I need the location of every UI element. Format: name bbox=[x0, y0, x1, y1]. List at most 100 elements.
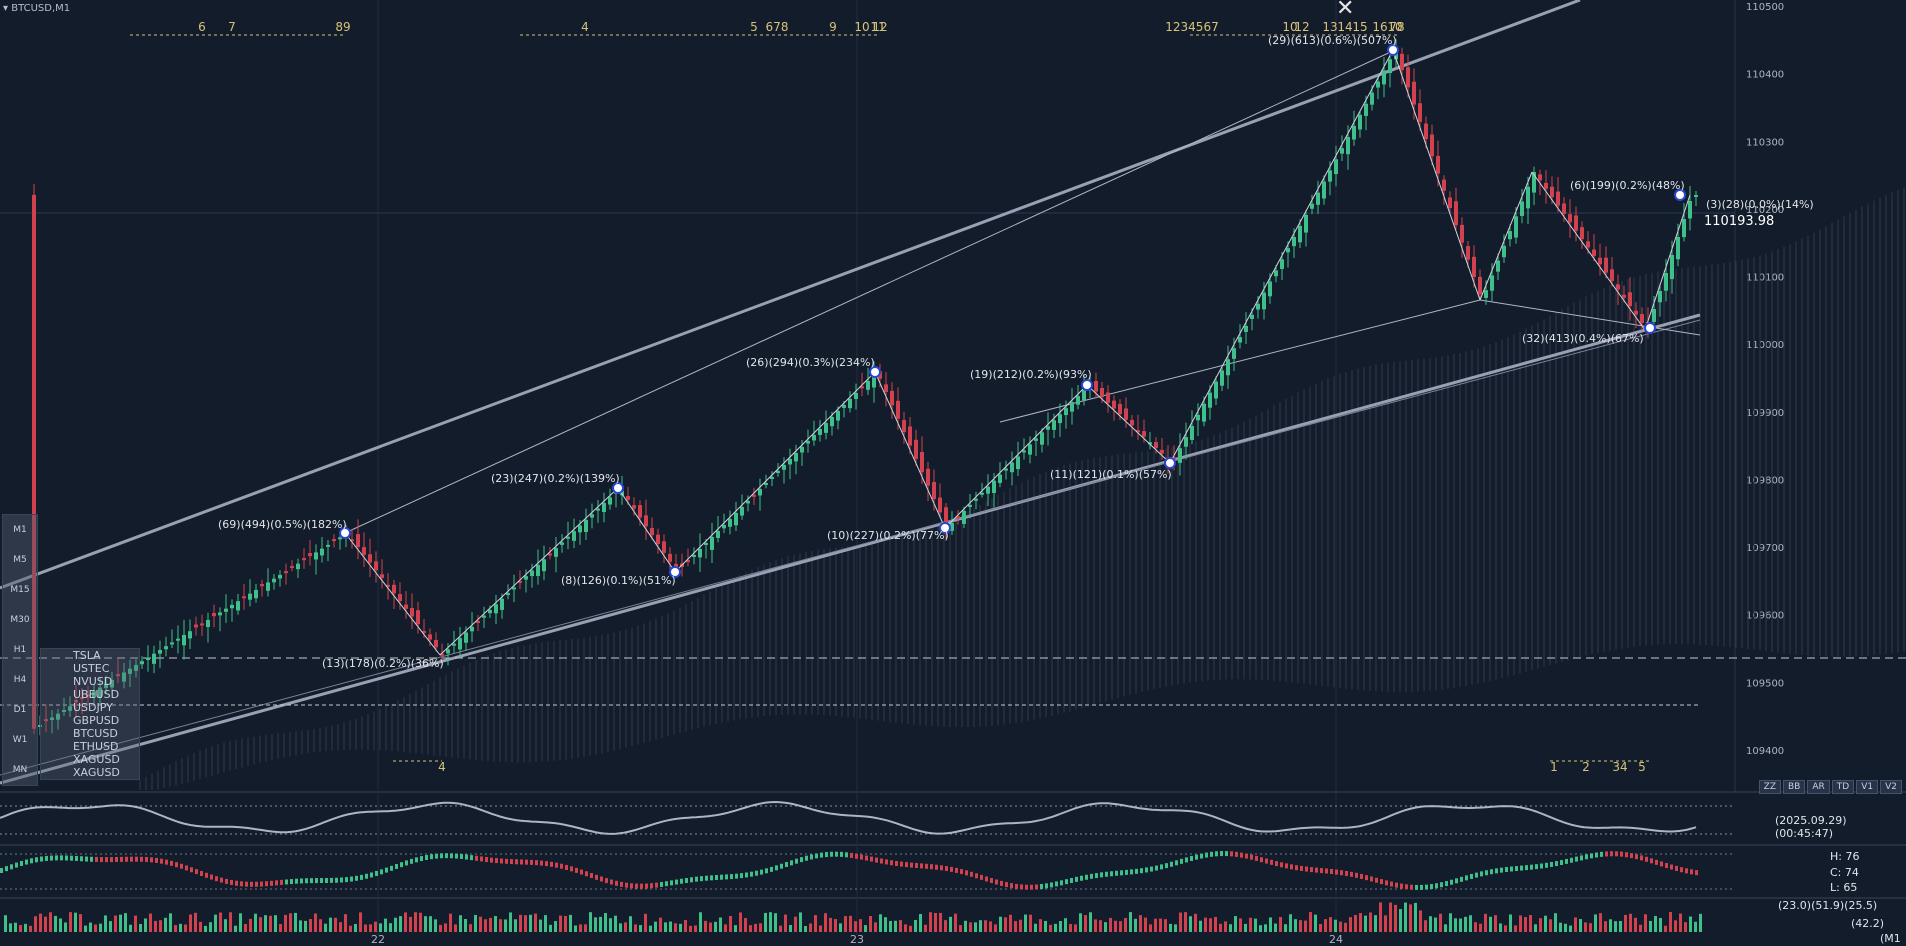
symbol-list: TSLA USTEC NVUSD UBEUSD USDJPY GBPUSD BTCUSD ET… bbox=[40, 648, 140, 780]
candle-body bbox=[962, 510, 966, 524]
volume-bar bbox=[924, 924, 927, 932]
timeframe-h4[interactable]: H4 bbox=[3, 665, 37, 695]
symbol-item[interactable]: BTCUSD bbox=[41, 727, 139, 740]
osc2-dot bbox=[985, 876, 988, 882]
symbol-item[interactable]: USTEC bbox=[41, 662, 139, 675]
close-icon[interactable]: ✕ bbox=[1336, 0, 1354, 21]
volume-bar bbox=[1659, 917, 1662, 932]
candle-body bbox=[1496, 260, 1500, 272]
volume-bar bbox=[874, 922, 877, 932]
candle-body bbox=[824, 423, 828, 433]
osc2-dot bbox=[230, 879, 233, 885]
timeframe-h1[interactable]: H1 bbox=[3, 635, 37, 665]
volume-bar bbox=[1409, 904, 1412, 932]
osc2-dot bbox=[505, 858, 508, 864]
osc2-dot bbox=[1380, 879, 1383, 885]
osc2-dot bbox=[895, 860, 898, 866]
date-axis-label: 23 bbox=[850, 933, 864, 946]
osc2-dot bbox=[715, 875, 718, 881]
volume-bar bbox=[1439, 913, 1442, 932]
indicator-button-v2[interactable]: V2 bbox=[1880, 780, 1902, 794]
candle-body bbox=[1610, 269, 1614, 282]
candle-body bbox=[296, 563, 300, 570]
volume-bar bbox=[959, 925, 962, 932]
candle-body bbox=[644, 515, 648, 527]
symbol-timeframe: BTCUSD,M1 bbox=[11, 3, 71, 14]
symbol-item[interactable]: XAGUSD bbox=[41, 766, 139, 779]
osc2-dot bbox=[1605, 851, 1608, 857]
candle-body bbox=[1142, 431, 1146, 437]
volume-bar bbox=[1149, 924, 1152, 932]
osc2-dot bbox=[400, 862, 403, 868]
volume-bar bbox=[739, 912, 742, 932]
symbol-item[interactable]: TSLA bbox=[41, 649, 139, 662]
osc2-dot bbox=[1335, 869, 1338, 875]
indicator-button-ar[interactable]: AR bbox=[1807, 780, 1830, 794]
volume-bar bbox=[219, 912, 222, 932]
candle-body bbox=[728, 519, 732, 527]
volume-bar bbox=[299, 920, 302, 932]
osc2-dot bbox=[560, 863, 563, 869]
count-label: 14 bbox=[1337, 20, 1352, 34]
candle-body bbox=[194, 624, 198, 628]
volume-bar bbox=[1589, 923, 1592, 932]
symbol-item[interactable]: XAGUSD bbox=[41, 753, 139, 766]
candle-body bbox=[1130, 419, 1134, 426]
volume-bar bbox=[69, 912, 72, 932]
volume-bar bbox=[1114, 920, 1117, 932]
candle-body bbox=[1418, 103, 1422, 122]
indicator-button-td[interactable]: TD bbox=[1831, 780, 1855, 794]
volume-bar bbox=[1279, 917, 1282, 932]
timeframe-mn[interactable]: MN bbox=[3, 755, 37, 785]
volume-bar bbox=[559, 915, 562, 932]
candle-body bbox=[800, 447, 804, 453]
volume-bar bbox=[184, 924, 187, 932]
symbol-item[interactable]: USDJPY bbox=[41, 701, 139, 714]
swing-annotation: (69)(494)(0.5%)(182%) bbox=[218, 518, 347, 531]
osc2-dot bbox=[1195, 854, 1198, 860]
osc2-dot bbox=[235, 880, 238, 886]
volume-bar bbox=[869, 916, 872, 932]
osc2-dot bbox=[420, 856, 423, 862]
timeframe-m5[interactable]: M5 bbox=[3, 545, 37, 575]
volume-bar bbox=[1244, 923, 1247, 932]
symbol-item[interactable]: NVUSD bbox=[41, 675, 139, 688]
indicator-button-zz[interactable]: ZZ bbox=[1758, 780, 1781, 794]
volume-bar bbox=[1214, 916, 1217, 932]
volume-bar bbox=[484, 919, 487, 932]
osc2-dot bbox=[365, 873, 368, 879]
volume-bar bbox=[509, 912, 512, 932]
timeframe-d1[interactable]: D1 bbox=[3, 695, 37, 725]
symbol-item[interactable]: ETHUSD bbox=[41, 740, 139, 753]
dropdown-icon[interactable]: ▾ bbox=[3, 3, 8, 14]
osc2-dot bbox=[335, 877, 338, 883]
indicator-button-v1[interactable]: V1 bbox=[1856, 780, 1879, 794]
osc2-dot bbox=[410, 858, 413, 864]
volume-bar bbox=[1194, 913, 1197, 932]
timeframe-m15[interactable]: M15 bbox=[3, 575, 37, 605]
candle-body bbox=[734, 513, 738, 526]
candle-body bbox=[1298, 225, 1302, 243]
osc2-dot bbox=[1695, 870, 1698, 876]
volume-bar bbox=[564, 915, 567, 932]
count-label: 12 bbox=[872, 20, 887, 34]
osc2-dot bbox=[995, 879, 998, 885]
timeframe-m30[interactable]: M30 bbox=[3, 605, 37, 635]
candle-body bbox=[980, 492, 984, 495]
chart-window[interactable]: 110500 110400 110300 110200 110100 110000 1099… bbox=[0, 0, 1906, 946]
timeframe-w1[interactable]: W1 bbox=[3, 725, 37, 755]
volume-bar bbox=[524, 915, 527, 932]
volume-bar bbox=[284, 914, 287, 932]
indicator-button-bb[interactable]: BB bbox=[1783, 780, 1806, 794]
timeframe-m1[interactable]: M1 bbox=[3, 515, 37, 545]
symbol-item[interactable]: GBPUSD bbox=[41, 714, 139, 727]
symbol-item[interactable]: UBEUSD bbox=[41, 688, 139, 701]
volume-bar bbox=[1329, 917, 1332, 932]
price-chart[interactable]: 1105001104001103001102001101001100001099… bbox=[0, 0, 1906, 946]
volume-bar bbox=[839, 923, 842, 932]
volume-bar bbox=[554, 921, 557, 932]
osc2-dot bbox=[1270, 859, 1273, 865]
osc2-dot bbox=[1405, 884, 1408, 890]
volume-bar bbox=[1544, 915, 1547, 932]
lower-channel-inner bbox=[0, 319, 1701, 776]
